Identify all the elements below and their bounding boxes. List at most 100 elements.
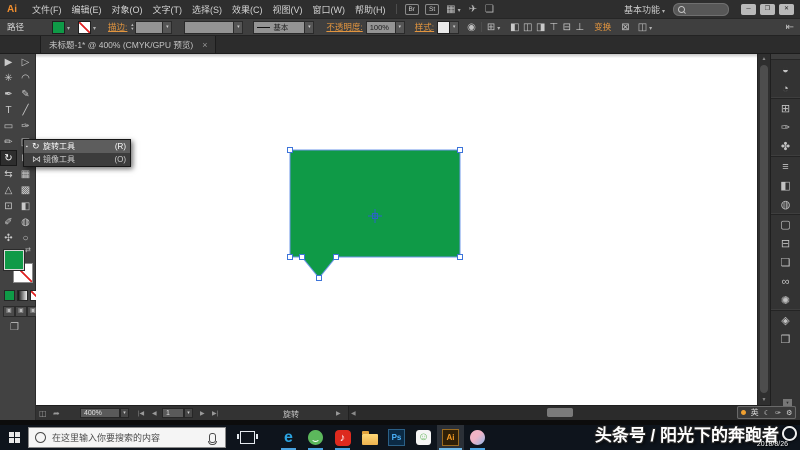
tool-button[interactable]: ✏ [0,134,17,150]
menu-item[interactable]: 帮助(H) [350,3,391,16]
chevron-down-icon[interactable] [91,22,96,32]
horizontal-scroll-thumb[interactable] [547,408,573,417]
drawing-mode-button[interactable]: ▣ [15,306,27,317]
screen-mode-icon[interactable]: ❏ [485,4,494,15]
taskbar-app-illustrator[interactable]: Ai [437,425,464,450]
scroll-left-icon[interactable]: ◀ [351,410,356,417]
taskbar-app-edge[interactable]: e [275,425,302,450]
change-screen-mode-icon[interactable]: ❐ [10,322,19,333]
tool-button[interactable]: ╱ [17,102,34,118]
swap-fill-stroke-icon[interactable]: ⇄ [25,246,31,254]
menu-item[interactable]: 文件(F) [27,3,67,16]
align-button[interactable]: ◫ [521,22,534,33]
chevron-down-icon[interactable] [163,21,172,34]
taskbar-app-messenger[interactable] [302,425,329,450]
taskbar-app-explorer[interactable] [356,425,383,450]
tool-button[interactable]: ▩ [17,182,34,198]
panel-icon[interactable]: ✺ [771,291,800,310]
fill-color-swatch[interactable] [52,21,65,34]
share-icon[interactable]: ✈ [469,4,477,15]
menu-item[interactable]: 选择(S) [187,3,227,16]
tool-button[interactable]: T [0,102,17,118]
ime-logo-icon[interactable] [741,410,746,415]
align-button[interactable]: ⊥ [573,22,586,33]
tool-button[interactable]: ▭ [0,118,17,134]
panel-icon[interactable]: ∞ [771,272,800,291]
tool-button[interactable]: △ [0,182,17,198]
menu-item[interactable]: 视图(V) [268,3,308,16]
ime-language-toggle[interactable]: 英 [751,407,759,418]
anchor-point[interactable] [317,276,322,281]
stroke-weight-field[interactable] [135,21,163,34]
style-swatch[interactable] [437,21,450,34]
chevron-right-icon[interactable] [396,21,405,34]
opacity-field[interactable]: 100% [366,21,396,34]
ime-settings-icon[interactable]: ⚙ [786,409,792,417]
previous-artboard-icon[interactable]: ◀ [152,410,157,417]
opacity-label[interactable]: 不透明度: [326,21,362,33]
stroke-weight-stepper[interactable]: ▲▼ [130,23,134,31]
minimize-button[interactable]: ─ [741,4,756,15]
panel-icon[interactable]: ✤ [771,137,800,156]
document-tab[interactable]: 未标题-1* @ 400% (CMYK/GPU 预览) × [40,36,216,53]
ime-pen-icon[interactable]: ✑ [775,409,781,417]
status-icon[interactable]: ◫ [39,409,47,418]
isolate-selection-icon[interactable]: ⊞ [487,22,500,33]
align-button[interactable]: ◨ [534,22,547,33]
horizontal-scrollbar[interactable]: ◀ ▶ [348,406,771,420]
chevron-down-icon[interactable] [234,21,243,34]
tool-button[interactable]: ✎ [17,86,34,102]
tool-button[interactable]: ✐ [0,214,17,230]
taskbar-app-pink[interactable] [464,425,491,450]
stroke-color-swatch[interactable] [78,21,91,34]
next-artboard-icon[interactable]: ▶ [200,410,205,417]
chevron-down-icon[interactable] [450,21,459,34]
tool-button[interactable]: ✣ [0,230,17,246]
style-label[interactable]: 样式: [415,21,434,33]
anchor-point[interactable] [334,255,339,260]
taskbar-app-music[interactable]: ♪ [329,425,356,450]
scroll-down-icon[interactable]: ▼ [758,395,770,405]
anchor-point[interactable] [458,255,463,260]
artboard-number-field[interactable]: 1 [162,408,184,418]
close-button[interactable]: ✕ [779,4,794,15]
start-button[interactable] [0,425,28,450]
panel-icon[interactable]: ▢ [771,214,800,234]
transform-link[interactable]: 变换 [594,21,611,33]
arrange-documents-icon[interactable]: ▦ [446,4,460,15]
panel-icon[interactable]: ❒ [771,330,800,349]
panel-icon[interactable]: ◈ [771,310,800,330]
fill-proxy-swatch[interactable] [4,250,24,270]
task-view-button[interactable] [234,425,261,450]
tool-button[interactable]: ◠ [17,70,34,86]
stroke-weight-label[interactable]: 描边: [108,21,127,33]
menu-item[interactable]: 窗口(W) [308,3,351,16]
drawing-mode-button[interactable]: ▣ [3,306,15,317]
flyout-item[interactable]: ↻ 旋转工具 (R) [24,140,130,153]
last-artboard-icon[interactable]: ▶| [212,410,218,417]
panel-icon[interactable]: ◔ [771,79,800,98]
menu-item[interactable]: 编辑(E) [67,3,107,16]
vertical-scroll-thumb[interactable] [760,65,768,393]
panel-icon[interactable]: ◒ [771,60,800,79]
tool-button[interactable]: ○ [17,230,34,246]
panel-icon[interactable]: ⊞ [771,98,800,118]
artboard-canvas[interactable] [36,54,757,405]
recolor-artwork-icon[interactable]: ◉ [467,22,476,33]
panel-icon[interactable]: ⊟ [771,234,800,253]
microphone-icon[interactable] [209,433,216,443]
taskbar-app-photoshop[interactable]: Ps [383,425,410,450]
scroll-up-icon[interactable]: ▲ [758,54,770,64]
status-expand-icon[interactable]: ▶ [336,410,341,417]
anchor-point[interactable] [288,255,293,260]
gradient-button[interactable] [17,290,28,301]
align-button[interactable]: ⊤ [547,22,560,33]
first-artboard-icon[interactable]: |◀ [138,410,144,417]
width-profile-field[interactable] [184,21,234,34]
tool-button[interactable]: ✒ [0,86,17,102]
ime-collapse-tab[interactable]: ▼ [783,399,792,406]
app-search-box[interactable] [673,3,729,16]
restore-button[interactable]: ❐ [760,4,775,15]
tool-button[interactable]: ✳ [0,70,17,86]
anchor-point[interactable] [288,148,293,153]
